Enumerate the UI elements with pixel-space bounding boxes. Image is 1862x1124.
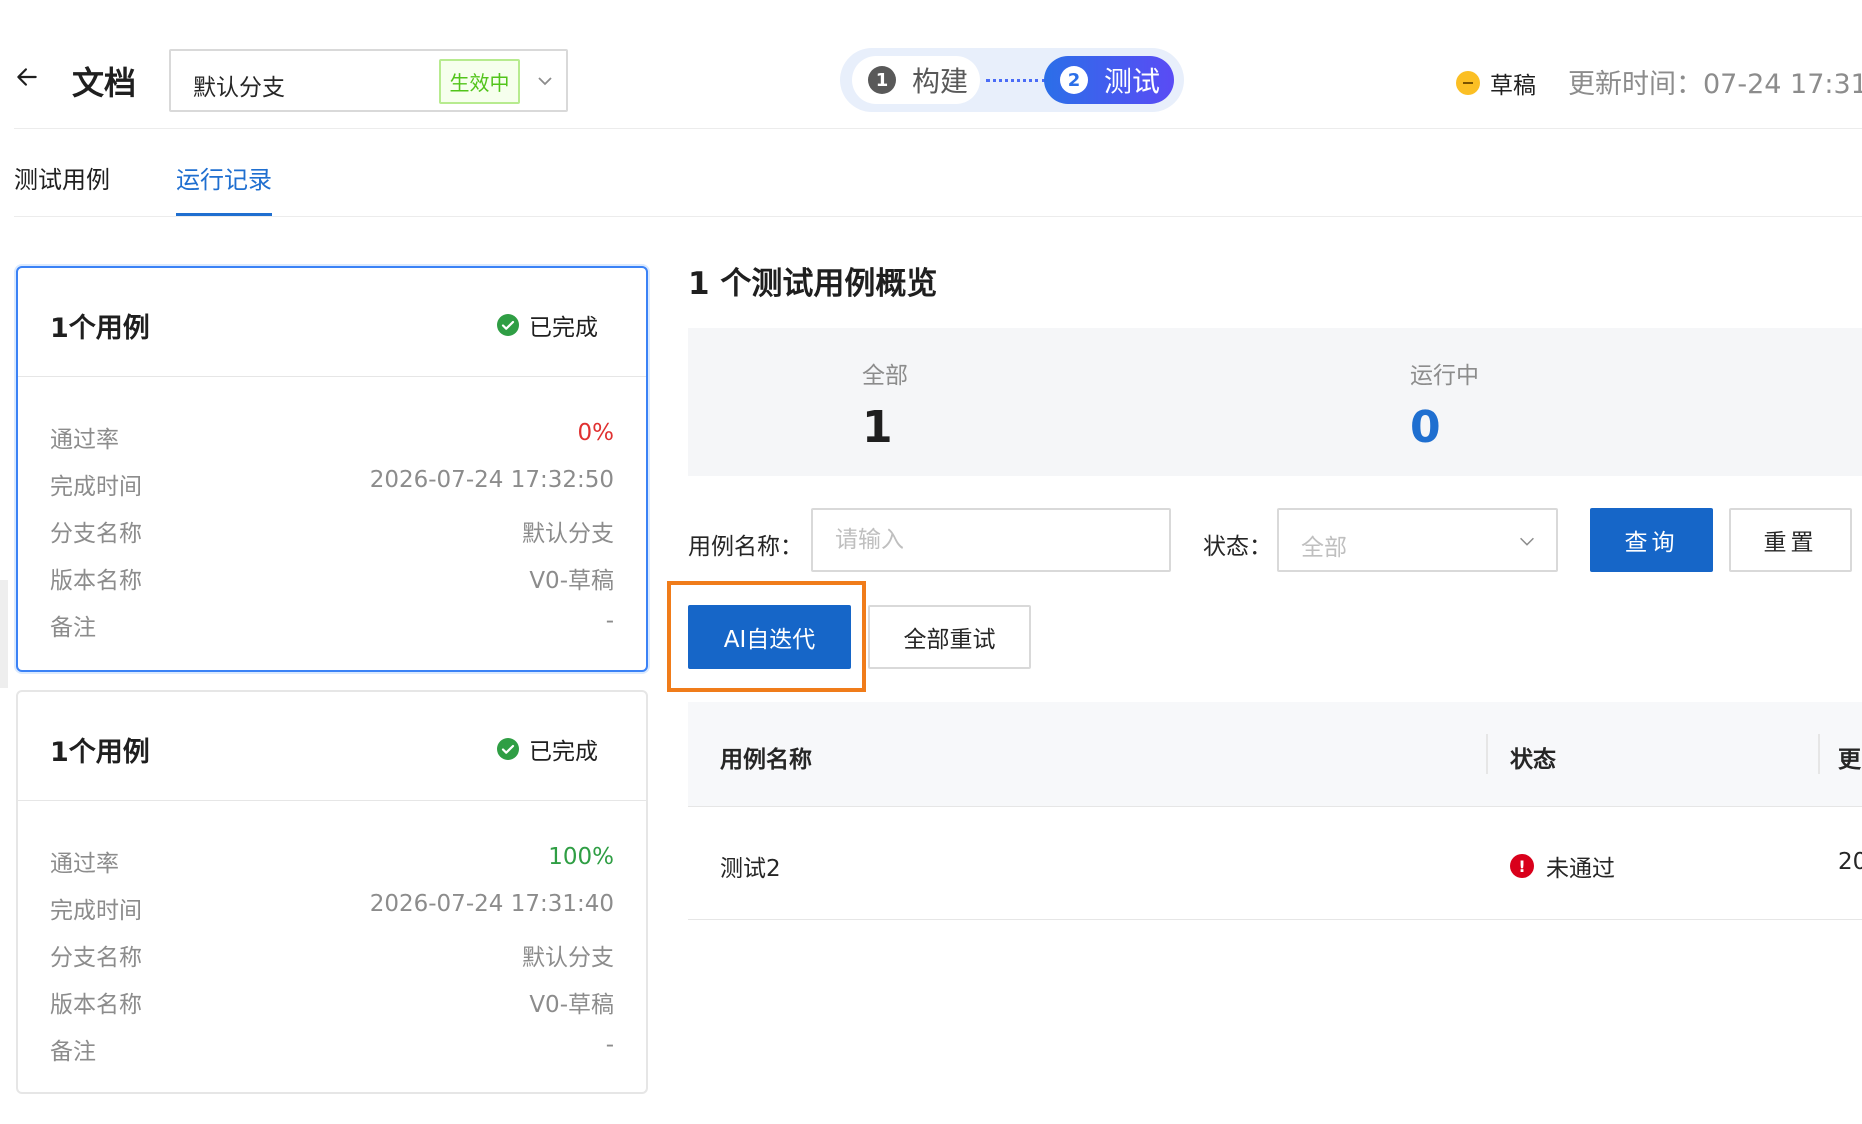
remark-label: 备注 — [50, 1039, 96, 1065]
step-test-number: 2 — [1060, 66, 1088, 94]
finish-time-label: 完成时间 — [50, 898, 142, 924]
pass-rate-value: 0% — [577, 420, 615, 446]
header-divider — [14, 128, 1862, 129]
app-root: 文档 默认分支 生效中 1 构建 2 测试 草稿 更新时间：07-24 17:3… — [0, 0, 1862, 1124]
stat-total-label: 全部 — [862, 363, 908, 389]
case-status-cell: ! 未通过 — [1510, 849, 1615, 883]
version-name-row: 版本名称 V0-草稿 — [50, 561, 614, 594]
version-name-value: V0-草稿 — [529, 568, 614, 594]
case-name-input[interactable] — [811, 508, 1171, 572]
overview-title: 1 个测试用例概览 — [688, 266, 938, 302]
draft-dot-icon — [1456, 71, 1480, 95]
check-circle-icon — [497, 314, 519, 336]
stat-running-value: 0 — [1410, 402, 1441, 453]
back-arrow-icon[interactable] — [14, 64, 40, 90]
step-test[interactable]: 2 测试 — [1044, 56, 1174, 104]
step-connector — [986, 79, 1046, 82]
version-name-label: 版本名称 — [50, 992, 142, 1018]
draft-status-label: 草稿 — [1490, 73, 1536, 99]
column-separator — [1818, 734, 1820, 774]
branch-name-row: 分支名称 默认分支 — [50, 514, 614, 547]
column-header-status[interactable]: 状态 — [1510, 740, 1556, 774]
table-header: 用例名称 状态 更 — [688, 702, 1862, 806]
case-name-cell: 测试2 — [720, 856, 781, 882]
version-name-row: 版本名称 V0-草稿 — [50, 985, 614, 1018]
remark-value: - — [605, 608, 614, 634]
column-header-updated[interactable]: 更 — [1838, 740, 1861, 774]
finish-time-row: 完成时间 2026-07-24 17:32:50 — [50, 467, 614, 500]
left-edge-handle — [0, 580, 8, 688]
branch-name-label: 分支名称 — [50, 945, 142, 971]
branch-name-value: 默认分支 — [522, 945, 614, 971]
column-separator — [1486, 734, 1488, 774]
update-time: 更新时间：07-24 17:31 — [1568, 69, 1862, 100]
branch-name-row: 分支名称 默认分支 — [50, 938, 614, 971]
ai-iterate-button[interactable]: AI自迭代 — [688, 605, 851, 669]
run-card[interactable]: 1个用例 已完成 通过率 100% 完成时间 2026-07-24 17:31:… — [16, 690, 648, 1094]
tab-test-cases[interactable]: 测试用例 — [14, 160, 110, 195]
branch-name-value: 默认分支 — [522, 521, 614, 547]
pass-rate-value: 100% — [548, 844, 614, 870]
chevron-down-icon — [538, 77, 552, 86]
exclamation-circle-icon: ! — [1510, 854, 1534, 878]
finish-time-label: 完成时间 — [50, 474, 142, 500]
retry-all-button[interactable]: 全部重试 — [868, 605, 1031, 669]
run-card-status-label: 已完成 — [529, 315, 598, 341]
step-test-label: 测试 — [1104, 65, 1161, 98]
reset-button[interactable]: 重置 — [1729, 508, 1852, 572]
stat-running: 运行中 0 — [1410, 356, 1479, 453]
pass-rate-row: 通过率 100% — [50, 844, 614, 877]
stat-running-label: 运行中 — [1410, 363, 1479, 389]
column-header-case-name[interactable]: 用例名称 — [720, 740, 812, 774]
finish-time-value: 2026-07-24 17:31:40 — [369, 891, 614, 917]
branch-select-value: 默认分支 — [193, 75, 285, 101]
run-card-status-label: 已完成 — [529, 739, 598, 765]
stat-total-value: 1 — [862, 402, 893, 453]
remark-label: 备注 — [50, 615, 96, 641]
case-updated-cell: 20 — [1838, 849, 1862, 875]
table-row[interactable]: 测试2 ! 未通过 20 — [688, 806, 1862, 920]
check-circle-icon — [497, 738, 519, 760]
status-filter-label: 状态： — [1203, 534, 1272, 560]
draft-status: 草稿 — [1456, 66, 1536, 100]
tabs-divider — [14, 216, 1862, 217]
status-select-value: 全部 — [1301, 535, 1347, 561]
page-title: 文档 — [72, 64, 137, 102]
version-name-value: V0-草稿 — [529, 992, 614, 1018]
query-button[interactable]: 查询 — [1590, 508, 1713, 572]
branch-name-label: 分支名称 — [50, 521, 142, 547]
pass-rate-label: 通过率 — [50, 851, 119, 877]
step-build[interactable]: 1 构建 — [852, 56, 980, 104]
tab-run-records[interactable]: 运行记录 — [176, 160, 272, 195]
chevron-down-icon — [1520, 537, 1534, 546]
run-card-divider — [18, 800, 646, 801]
remark-value: - — [605, 1032, 614, 1058]
overview-stats-panel: 全部 1 运行中 0 — [688, 328, 1862, 476]
stat-total: 全部 1 — [862, 356, 908, 453]
status-select[interactable]: 全部 — [1277, 508, 1558, 572]
step-build-label: 构建 — [912, 65, 969, 98]
finish-time-value: 2026-07-24 17:32:50 — [369, 467, 614, 493]
pass-rate-row: 通过率 0% — [50, 420, 615, 453]
finish-time-row: 完成时间 2026-07-24 17:31:40 — [50, 891, 614, 924]
run-card-title: 1个用例 — [50, 313, 150, 344]
run-card-divider — [18, 376, 646, 377]
branch-select[interactable]: 默认分支 生效中 — [169, 49, 568, 112]
remark-row: 备注 - — [50, 608, 614, 641]
case-name-filter-label: 用例名称： — [688, 534, 803, 560]
run-card-title: 1个用例 — [50, 737, 150, 768]
run-card-status: 已完成 — [496, 308, 598, 342]
remark-row: 备注 - — [50, 1032, 614, 1065]
stepper: 1 构建 2 测试 — [840, 48, 1184, 112]
run-card-status: 已完成 — [496, 732, 598, 766]
case-status-label: 未通过 — [1546, 856, 1615, 882]
run-card[interactable]: 1个用例 已完成 通过率 0% 完成时间 2026-07-24 17:32:50… — [16, 266, 648, 672]
branch-active-tag: 生效中 — [439, 59, 520, 104]
version-name-label: 版本名称 — [50, 568, 142, 594]
pass-rate-label: 通过率 — [50, 427, 119, 453]
step-build-number: 1 — [868, 66, 896, 94]
